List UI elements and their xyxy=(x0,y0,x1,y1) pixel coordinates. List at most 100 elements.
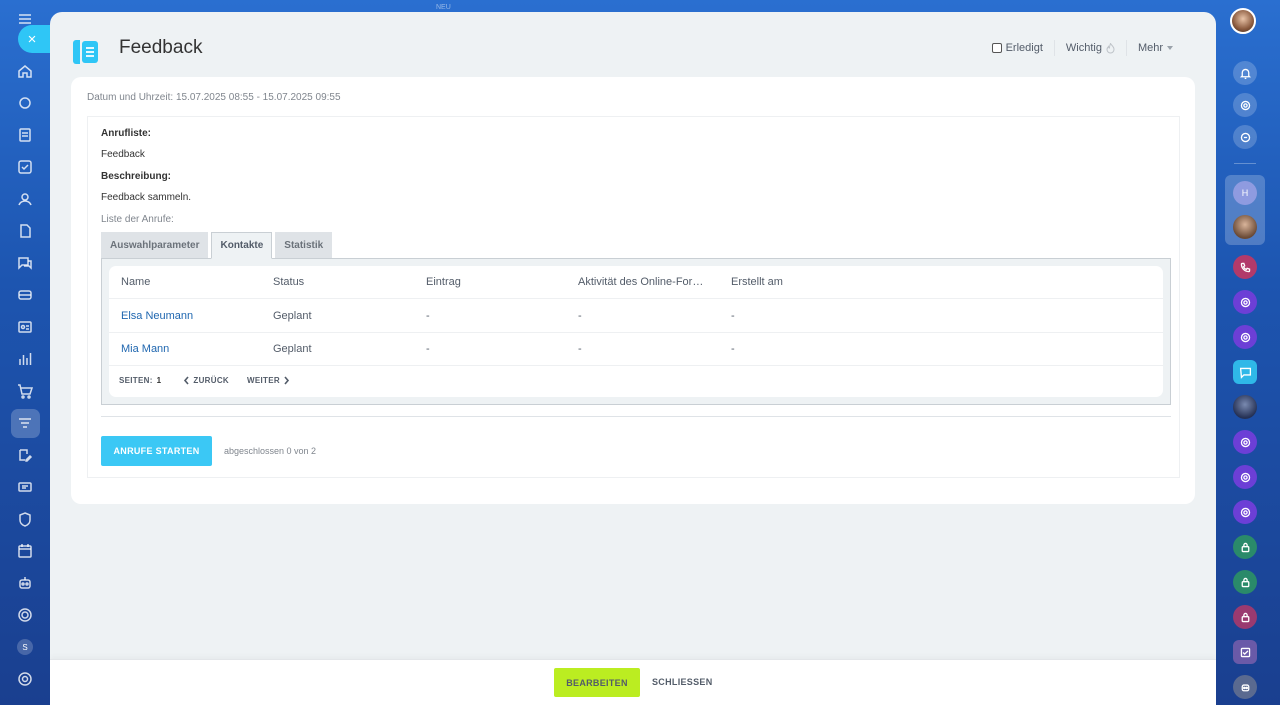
robot-icon[interactable] xyxy=(15,573,35,593)
lock-icon-3[interactable] xyxy=(1233,605,1257,629)
contact-name-link[interactable]: Mia Mann xyxy=(121,343,169,355)
datetime-value: 15.07.2025 08:55 - 15.07.2025 09:55 xyxy=(175,92,341,103)
close-button[interactable]: SCHLIESSEN xyxy=(652,668,713,697)
start-calls-button[interactable]: ANRUFE STARTEN xyxy=(101,436,212,466)
done-label: Erledigt xyxy=(1005,42,1043,54)
lock-icon-2[interactable] xyxy=(1233,570,1257,594)
tabs: Auswahlparameter Kontakte Statistik xyxy=(101,232,335,259)
prev-page-button[interactable]: ZURÜCK xyxy=(183,376,229,385)
status-cell: Geplant xyxy=(273,310,312,322)
openline-icon-3[interactable] xyxy=(1233,430,1257,454)
created-cell: - xyxy=(731,343,735,355)
notifications-icon[interactable] xyxy=(1233,61,1257,85)
pages-label: SEITEN: xyxy=(119,376,153,385)
card-icon[interactable] xyxy=(15,477,35,497)
contact-avatar[interactable] xyxy=(1233,215,1257,239)
task-check-icon[interactable] xyxy=(1233,640,1257,664)
next-label: WEITER xyxy=(247,376,280,385)
chat-icon[interactable] xyxy=(15,253,35,273)
analytics-icon[interactable] xyxy=(15,349,35,369)
edit-icon[interactable] xyxy=(15,445,35,465)
done-checkbox[interactable] xyxy=(991,43,1002,53)
document-icon[interactable] xyxy=(15,125,35,145)
cart-icon[interactable] xyxy=(15,381,35,401)
puzzle-icon[interactable] xyxy=(15,93,35,113)
sidebar-divider xyxy=(1234,163,1256,164)
tasks-icon[interactable] xyxy=(15,157,35,177)
contact-name-link[interactable]: Elsa Neumann xyxy=(121,310,193,322)
next-page-button[interactable]: WEITER xyxy=(247,376,290,385)
calls-list-label: Liste der Anrufe: xyxy=(101,214,174,225)
flame-icon xyxy=(1106,42,1115,53)
important-label: Wichtig xyxy=(1065,42,1102,54)
datetime-row: Datum und Uhrzeit: 15.07.2025 08:55 - 15… xyxy=(87,92,341,103)
tab-statistics[interactable]: Statistik xyxy=(275,232,333,259)
top-new-hint: NEU xyxy=(436,4,451,11)
column-header-status[interactable]: Status xyxy=(273,266,413,299)
right-sidebar: H xyxy=(1216,0,1280,705)
user-avatar[interactable] xyxy=(1230,8,1256,34)
done-toggle[interactable]: Erledigt xyxy=(981,40,1054,56)
funnel-icon[interactable] xyxy=(15,413,35,433)
status-cell: Geplant xyxy=(273,343,312,355)
home-icon[interactable] xyxy=(15,61,35,81)
call-list-value: Feedback xyxy=(101,149,145,160)
current-page[interactable]: 1 xyxy=(157,376,162,385)
header-actions: Erledigt Wichtig Mehr xyxy=(981,40,1184,56)
left-sidebar: × S xyxy=(0,0,52,705)
contact-avatar-2[interactable] xyxy=(1233,395,1257,419)
target-circle-icon[interactable] xyxy=(1233,93,1257,117)
table-header: Name Status Eintrag Aktivität des Online… xyxy=(109,266,1163,299)
activity-details: Anrufliste: Feedback Beschreibung: Feedb… xyxy=(87,116,1180,478)
openline-icon-4[interactable] xyxy=(1233,465,1257,489)
description-value: Feedback sammeln. xyxy=(101,192,192,203)
table-row: Mia Mann Geplant - - - xyxy=(109,333,1163,366)
chevron-right-icon xyxy=(284,376,289,385)
pagination: SEITEN: 1 ZURÜCK WEITER xyxy=(119,376,290,385)
more-label: Mehr xyxy=(1137,42,1163,54)
page-title: Feedback xyxy=(119,37,203,58)
settings-icon[interactable] xyxy=(15,669,35,689)
lock-icon-1[interactable] xyxy=(1233,535,1257,559)
datetime-label: Datum und Uhrzeit: xyxy=(87,92,174,103)
file-icon[interactable] xyxy=(15,221,35,241)
tab-selection-params[interactable]: Auswahlparameter xyxy=(101,232,209,259)
openline-icon-2[interactable] xyxy=(1233,325,1257,349)
column-header-name[interactable]: Name xyxy=(121,266,261,299)
close-slider-button[interactable]: × xyxy=(18,25,52,53)
entry-cell: - xyxy=(426,343,430,355)
chat-bubble-icon[interactable] xyxy=(1233,360,1257,384)
table-row: Elsa Neumann Geplant - - - xyxy=(109,300,1163,333)
column-header-created[interactable]: Erstellt am xyxy=(731,266,871,299)
openline-icon-1[interactable] xyxy=(1233,290,1257,314)
calls-progress-text: abgeschlossen 0 von 2 xyxy=(224,446,317,456)
phone-call-icon[interactable] xyxy=(1233,255,1257,279)
tab-contacts[interactable]: Kontakte xyxy=(211,232,273,259)
search-chat-icon[interactable] xyxy=(1233,125,1257,149)
online-form-cell: - xyxy=(578,343,582,355)
more-menu[interactable]: Mehr xyxy=(1125,40,1184,56)
call-list-label: Anrufliste: xyxy=(101,128,151,139)
edit-button[interactable]: BEARBEITEN xyxy=(554,668,640,697)
contacts-grid: Name Status Eintrag Aktivität des Online… xyxy=(109,266,1163,397)
chevron-left-icon xyxy=(184,376,190,385)
shield-icon[interactable] xyxy=(15,509,35,529)
created-cell: - xyxy=(731,310,735,322)
contacts-icon[interactable] xyxy=(15,189,35,209)
openline-icon-5[interactable] xyxy=(1233,500,1257,524)
id-card-icon[interactable] xyxy=(15,317,35,337)
storage-icon[interactable] xyxy=(15,285,35,305)
call-list-icon xyxy=(73,40,98,64)
prev-label: ZURÜCK xyxy=(193,376,229,385)
calendar-icon[interactable] xyxy=(15,541,35,561)
column-header-online-form[interactable]: Aktivität des Online-Formulars xyxy=(578,266,706,299)
robot-avatar-icon[interactable] xyxy=(1233,675,1257,699)
activity-card: Datum und Uhrzeit: 15.07.2025 08:55 - 15… xyxy=(71,77,1195,504)
column-header-entry[interactable]: Eintrag xyxy=(426,266,566,299)
important-toggle[interactable]: Wichtig xyxy=(1053,40,1126,56)
slider-header: Feedback Erledigt Wichtig Mehr xyxy=(50,12,1216,77)
user-initial-badge[interactable]: S xyxy=(17,639,33,655)
group-avatar[interactable]: H xyxy=(1233,181,1257,205)
target-icon[interactable] xyxy=(15,605,35,625)
slider-footer: BEARBEITEN SCHLIESSEN xyxy=(50,659,1216,705)
